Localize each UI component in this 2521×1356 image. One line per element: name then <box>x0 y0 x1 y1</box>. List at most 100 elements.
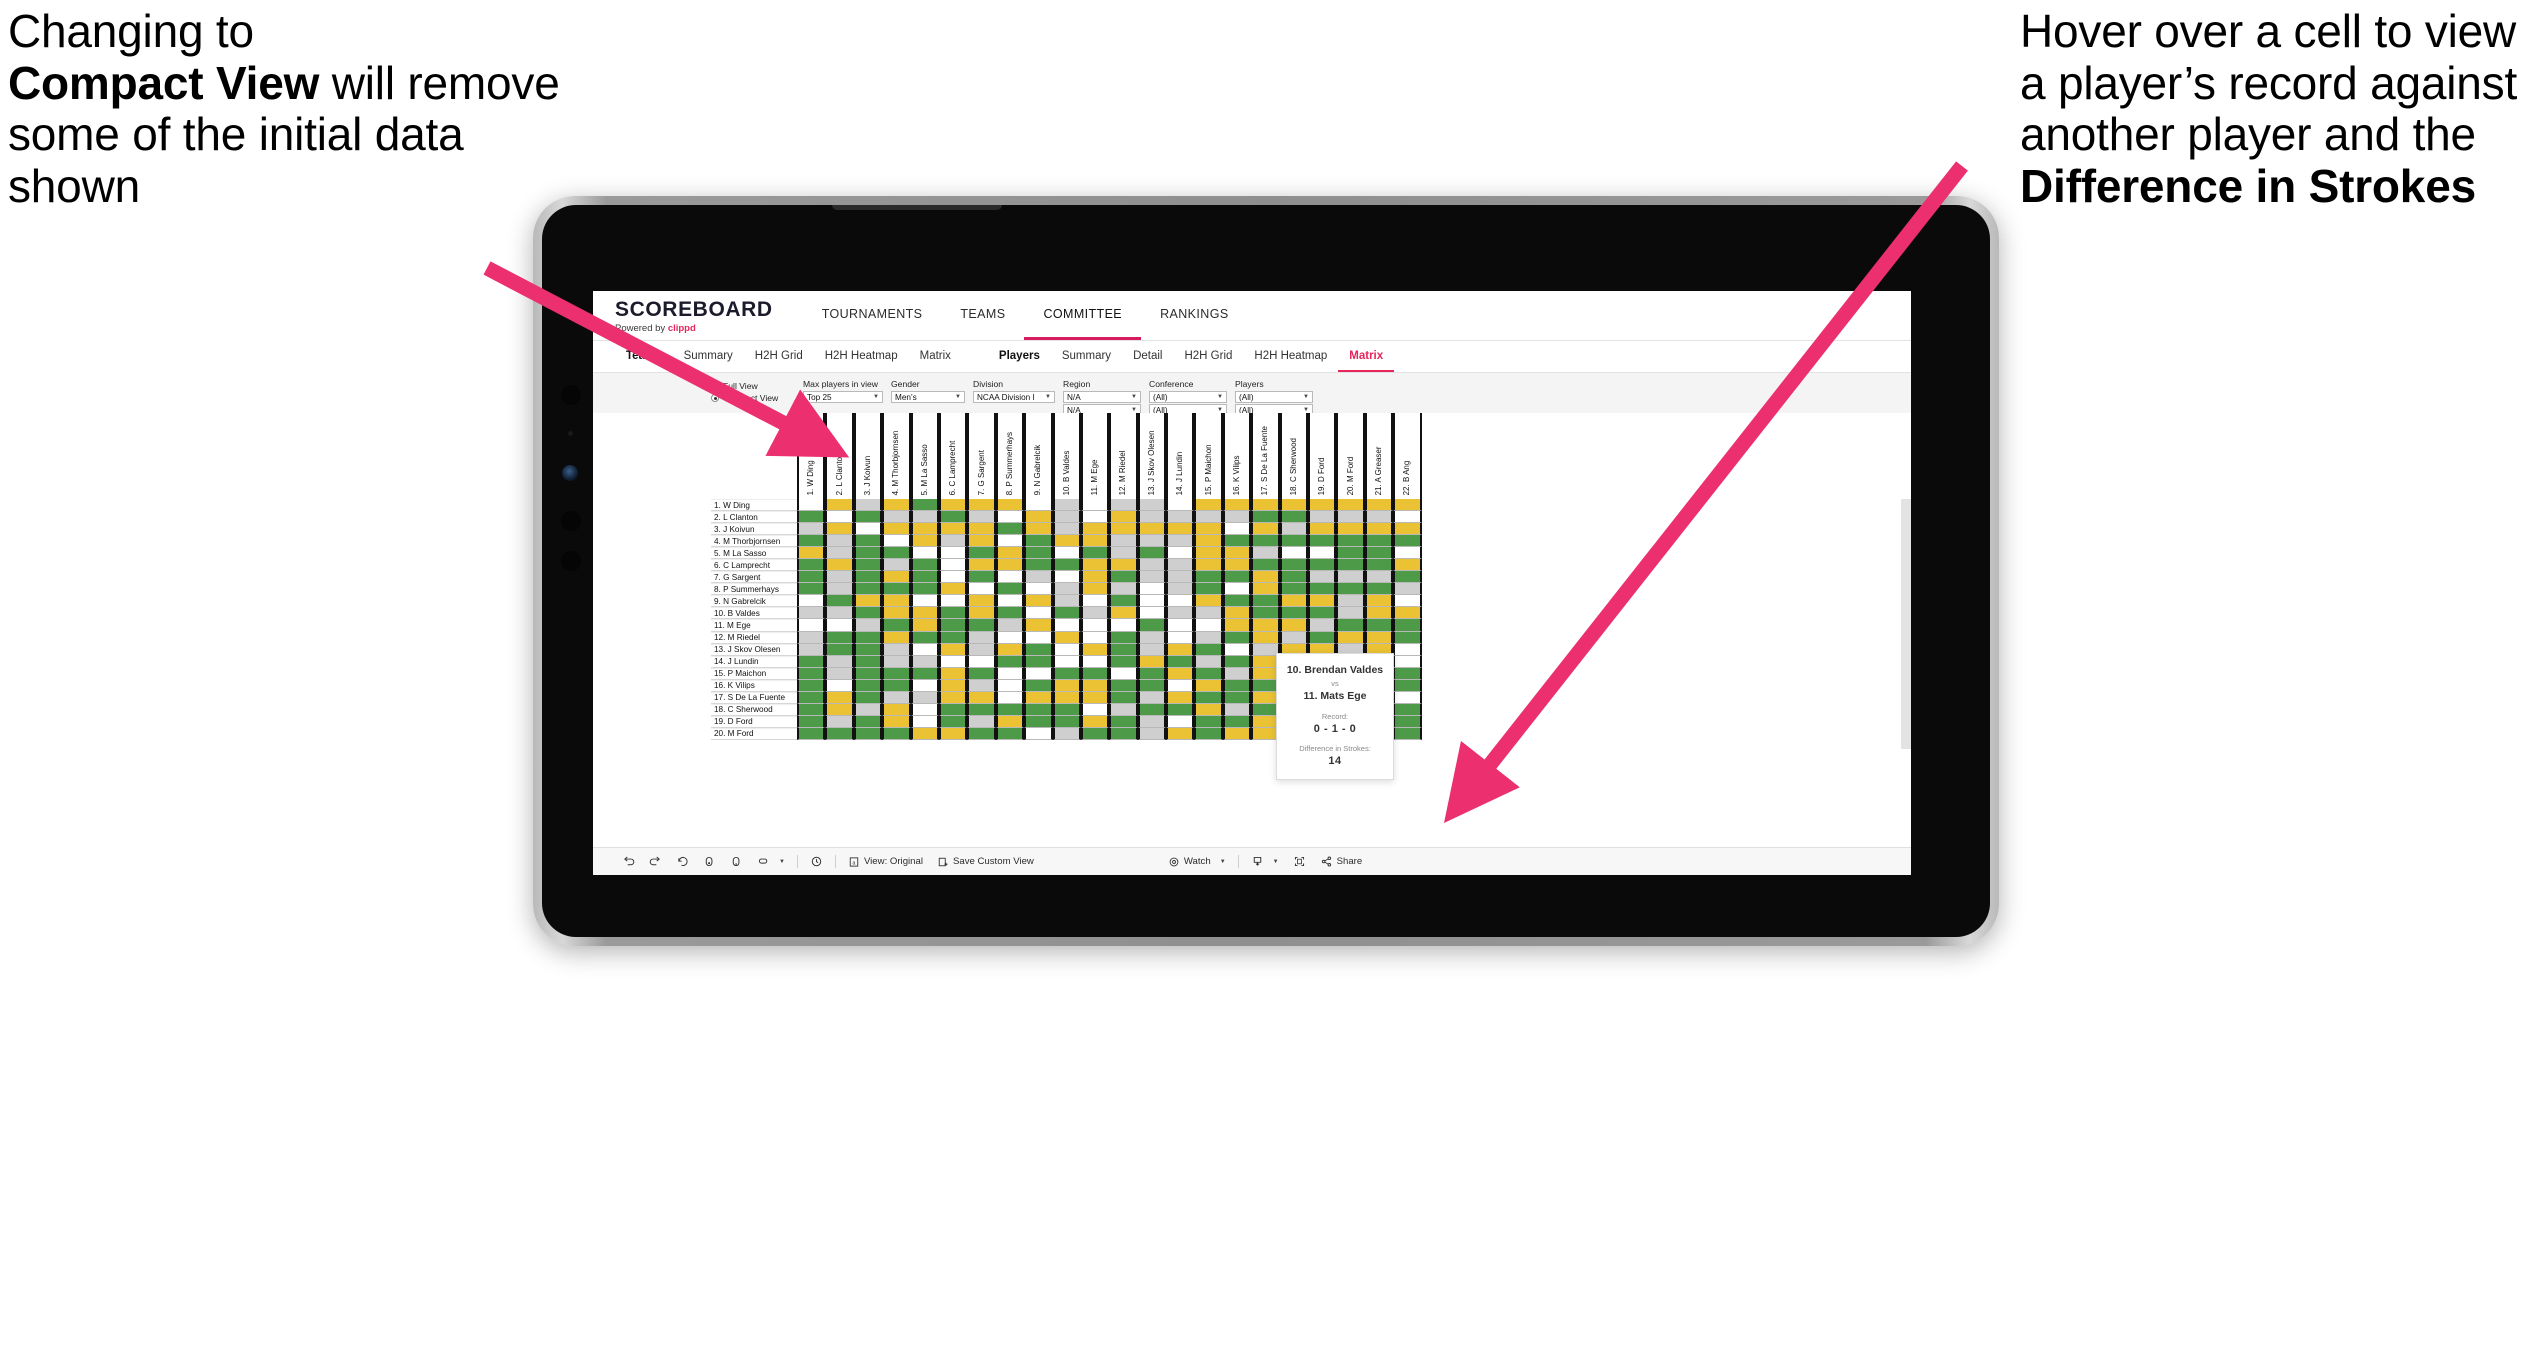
matrix-cell[interactable] <box>1109 727 1138 740</box>
matrix-cell[interactable] <box>825 547 854 560</box>
matrix-cell[interactable] <box>938 595 968 608</box>
matrix-cell[interactable] <box>967 643 996 656</box>
matrix-cell[interactable] <box>1080 547 1110 560</box>
matrix-cell[interactable] <box>1364 583 1394 596</box>
matrix-cell[interactable] <box>1222 499 1252 512</box>
matrix-cell[interactable] <box>1336 619 1365 632</box>
matrix-cell[interactable] <box>1393 643 1422 656</box>
matrix-cell[interactable] <box>853 499 883 512</box>
matrix-cell[interactable] <box>1222 523 1252 536</box>
brand-logo[interactable]: SCOREBOARD Powered by clippd <box>615 291 803 340</box>
matrix-cell[interactable] <box>1024 595 1053 608</box>
matrix-cell[interactable] <box>1137 583 1167 596</box>
matrix-cell[interactable] <box>995 535 1025 548</box>
matrix-cell[interactable] <box>910 655 939 668</box>
matrix-cell[interactable] <box>995 691 1025 704</box>
matrix-cell[interactable] <box>853 523 883 536</box>
matrix-cell[interactable] <box>853 619 883 632</box>
matrix-cell[interactable] <box>1109 547 1138 560</box>
matrix-cell[interactable] <box>1109 511 1138 524</box>
matrix-cell[interactable] <box>1166 499 1195 512</box>
filter-division-select[interactable]: NCAA Division I ▼ <box>973 391 1055 403</box>
matrix-cell[interactable] <box>1024 679 1053 692</box>
matrix-cell[interactable] <box>797 715 826 728</box>
matrix-cell[interactable] <box>1222 547 1252 560</box>
matrix-cell[interactable] <box>882 679 911 692</box>
matrix-cell[interactable] <box>825 499 854 512</box>
matrix-cell[interactable] <box>1336 511 1365 524</box>
matrix-cell[interactable] <box>1194 511 1223 524</box>
matrix-cell[interactable] <box>1393 499 1422 512</box>
matrix-cell[interactable] <box>1222 511 1252 524</box>
matrix-cell[interactable] <box>1080 535 1110 548</box>
matrix-cell[interactable] <box>797 727 826 740</box>
matrix-cell[interactable] <box>1137 631 1167 644</box>
matrix-cell[interactable] <box>1024 703 1053 716</box>
matrix-cell[interactable] <box>1109 559 1138 572</box>
matrix-cell[interactable] <box>853 559 883 572</box>
matrix-cell[interactable] <box>995 571 1025 584</box>
matrix-cell[interactable] <box>1222 535 1252 548</box>
matrix-cell[interactable] <box>1166 679 1195 692</box>
matrix-cell[interactable] <box>1109 535 1138 548</box>
matrix-cell[interactable] <box>825 727 854 740</box>
matrix-cell[interactable] <box>882 571 911 584</box>
matrix-cell[interactable] <box>1336 499 1365 512</box>
matrix-cell[interactable] <box>1393 667 1422 680</box>
matrix-cell[interactable] <box>910 727 939 740</box>
matrix-cell[interactable] <box>1024 607 1053 620</box>
matrix-cell[interactable] <box>938 631 968 644</box>
matrix-cell[interactable] <box>882 691 911 704</box>
save-custom-view-button[interactable]: Save Custom View <box>930 856 1041 868</box>
matrix-cell[interactable] <box>1279 535 1309 548</box>
matrix-cell[interactable] <box>853 595 883 608</box>
matrix-cell[interactable] <box>1308 523 1337 536</box>
matrix-cell[interactable] <box>1194 595 1223 608</box>
matrix-cell[interactable] <box>1222 559 1252 572</box>
matrix-cell[interactable] <box>1251 595 1280 608</box>
matrix-cell[interactable] <box>1024 619 1053 632</box>
matrix-cell[interactable] <box>1194 631 1223 644</box>
matrix-cell[interactable] <box>1194 571 1223 584</box>
matrix-cell[interactable] <box>797 607 826 620</box>
subtab-teams-label[interactable]: Teams <box>615 341 673 372</box>
matrix-cell[interactable] <box>1024 535 1053 548</box>
matrix-cell[interactable] <box>1137 547 1167 560</box>
matrix-cell[interactable] <box>1393 583 1422 596</box>
matrix-cell[interactable] <box>1137 499 1167 512</box>
matrix-cell[interactable] <box>938 715 968 728</box>
matrix-cell[interactable] <box>938 499 968 512</box>
matrix-cell[interactable] <box>1166 595 1195 608</box>
matrix-cell[interactable] <box>1279 631 1309 644</box>
matrix-cell[interactable] <box>938 679 968 692</box>
matrix-cell[interactable] <box>1393 547 1422 560</box>
matrix-cell[interactable] <box>1080 703 1110 716</box>
matrix-cell[interactable] <box>1166 691 1195 704</box>
matrix-cell[interactable] <box>1251 547 1280 560</box>
matrix-cell[interactable] <box>1024 547 1053 560</box>
matrix-cell[interactable] <box>1052 499 1081 512</box>
matrix-cell[interactable] <box>1336 583 1365 596</box>
matrix-cell[interactable] <box>1279 607 1309 620</box>
matrix-cell[interactable] <box>1109 691 1138 704</box>
subtab-teams-summary[interactable]: Summary <box>673 341 744 372</box>
matrix-cell[interactable] <box>1052 643 1081 656</box>
matrix-cell[interactable] <box>1080 679 1110 692</box>
matrix-cell[interactable] <box>938 619 968 632</box>
matrix-cell[interactable] <box>1222 595 1252 608</box>
matrix-cell[interactable] <box>1052 619 1081 632</box>
matrix-cell[interactable] <box>1052 559 1081 572</box>
matrix-cell[interactable] <box>1137 691 1167 704</box>
subtab-players-label[interactable]: Players <box>988 341 1051 372</box>
undo-button[interactable] <box>615 855 642 868</box>
matrix-cell[interactable] <box>1109 499 1138 512</box>
matrix-cell[interactable] <box>1364 607 1394 620</box>
matrix-cell[interactable] <box>853 607 883 620</box>
nav-tournaments[interactable]: TOURNAMENTS <box>803 291 942 340</box>
matrix-cell[interactable] <box>1080 667 1110 680</box>
matrix-cell[interactable] <box>1222 631 1252 644</box>
matrix-cell[interactable] <box>1109 655 1138 668</box>
matrix-cell[interactable] <box>1251 511 1280 524</box>
matrix-cell[interactable] <box>1137 703 1167 716</box>
subtab-teams-h2h-grid[interactable]: H2H Grid <box>744 341 814 372</box>
